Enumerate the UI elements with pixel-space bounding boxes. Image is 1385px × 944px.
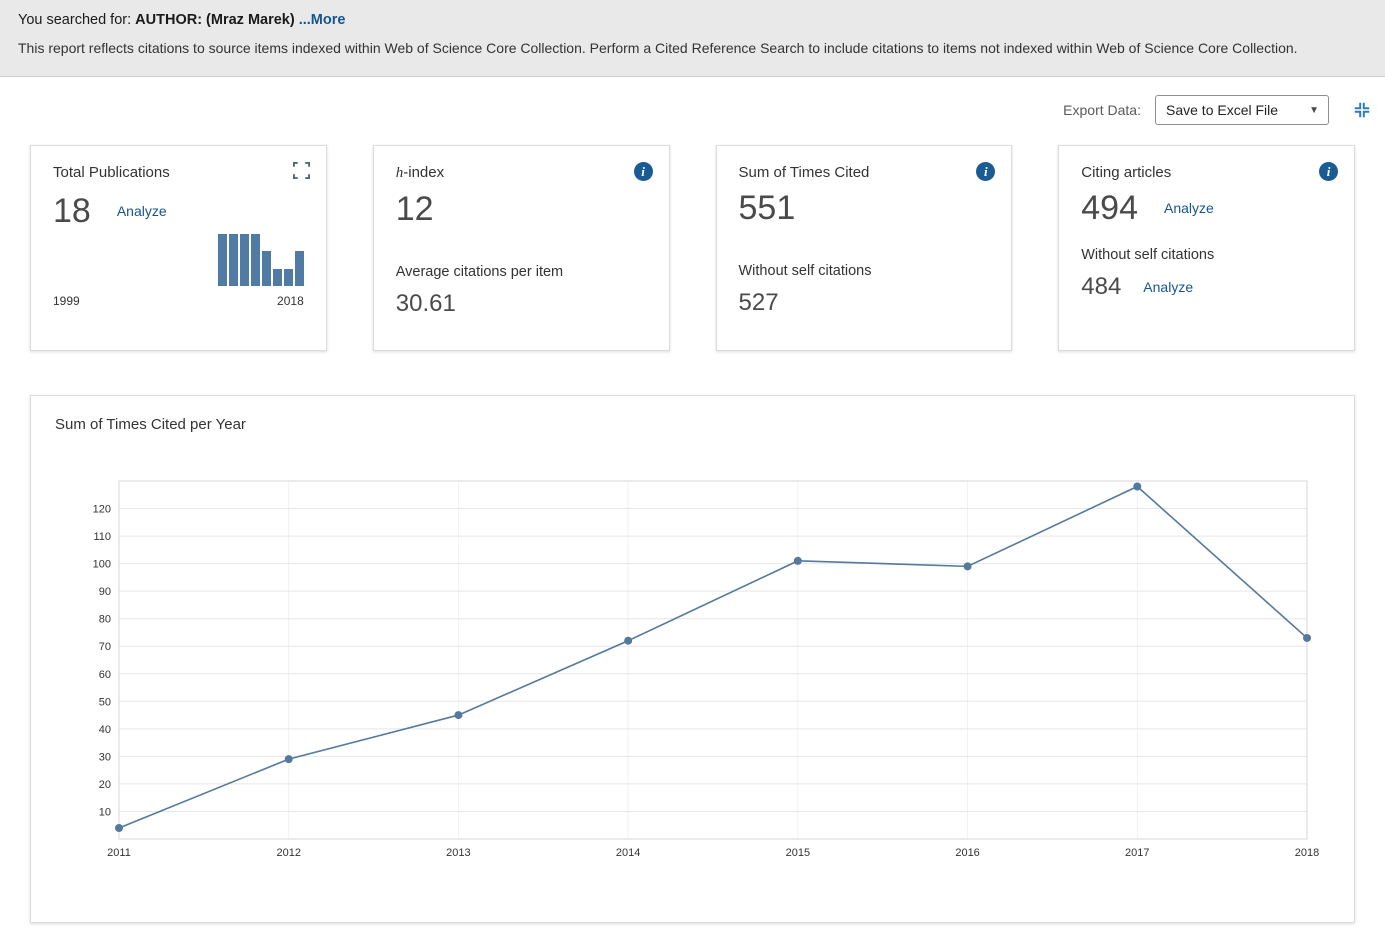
mini-chart-year-start: 1999 (53, 294, 80, 308)
more-link[interactable]: ...More (299, 12, 346, 28)
svg-text:2016: 2016 (955, 847, 979, 859)
citing-articles-value: 494 (1081, 189, 1138, 227)
card-title: Total Publications (53, 164, 170, 181)
report-note: This report reflects citations to source… (18, 40, 1298, 56)
search-summary-bar: You searched for: AUTHOR: (Mraz Marek) .… (0, 0, 1385, 77)
mini-bar (250, 234, 260, 286)
svg-text:40: 40 (99, 724, 111, 736)
svg-text:2018: 2018 (1295, 847, 1319, 859)
h-index-rest: -index (403, 164, 445, 181)
citations-per-year-card: Sum of Times Cited per Year 10 20 30 40 50 60… (30, 395, 1355, 923)
card-sum-times-cited: Sum of Times Cited i 551 Without self ci… (715, 145, 1013, 351)
line-chart-svg: 10 20 30 40 50 60 70 80 90 100 110 120 2011 2012 2013 2… (93, 480, 1319, 859)
info-icon[interactable]: i (1319, 162, 1338, 181)
svg-text:100: 100 (93, 559, 111, 571)
search-query: AUTHOR: (Mraz Marek) (135, 12, 295, 28)
export-row: Export Data: Save to Excel File ▼ (0, 77, 1385, 125)
card-title: Sum of Times Cited (738, 164, 870, 181)
card-title: h-index (396, 164, 444, 182)
svg-text:80: 80 (99, 614, 111, 626)
svg-text:110: 110 (93, 531, 111, 543)
expand-icon[interactable] (292, 162, 310, 184)
card-h-index: h-index i 12 Average citations per item … (372, 145, 670, 351)
searched-for-label: You searched for: (18, 12, 132, 28)
svg-text:120: 120 (93, 504, 111, 516)
svg-text:30: 30 (99, 751, 111, 763)
svg-text:70: 70 (99, 641, 111, 653)
svg-text:2014: 2014 (616, 847, 640, 859)
without-self-citations-value: 527 (738, 289, 779, 316)
mini-bar (261, 251, 271, 286)
mini-bar (272, 268, 282, 286)
sum-times-cited-value: 551 (738, 189, 796, 227)
avg-citations-label: Average citations per item (395, 264, 564, 280)
export-format-select[interactable]: Save to Excel File ▼ (1155, 95, 1329, 125)
export-format-value: Save to Excel File (1166, 102, 1279, 118)
svg-text:60: 60 (99, 669, 111, 681)
chart-title: Sum of Times Cited per Year (55, 416, 246, 433)
svg-text:2012: 2012 (276, 847, 300, 859)
svg-text:10: 10 (99, 806, 111, 818)
h-index-value: 12 (395, 190, 434, 228)
mini-bar (283, 268, 293, 286)
card-citing-articles: Citing articles i 494 Analyze Without se… (1058, 145, 1355, 351)
svg-text:90: 90 (99, 586, 111, 598)
card-total-publications: Total Publications 18 Analyze 1999 2018 (30, 145, 327, 351)
without-self-citations-label: Without self citations (1081, 247, 1215, 263)
svg-text:2015: 2015 (786, 847, 810, 859)
analyze-citing-without-self-link[interactable]: Analyze (1143, 279, 1193, 295)
svg-text:2011: 2011 (107, 847, 131, 859)
export-data-label: Export Data: (1063, 102, 1141, 118)
total-publications-value: 18 (53, 192, 91, 230)
citing-without-self-value: 484 (1081, 273, 1122, 300)
svg-text:50: 50 (99, 696, 111, 708)
mini-bar (217, 234, 227, 286)
mini-bar (294, 251, 304, 286)
info-icon[interactable]: i (976, 162, 996, 181)
metric-cards-row: Total Publications 18 Analyze 1999 2018 (0, 125, 1385, 351)
mini-bar (228, 234, 238, 286)
chevron-down-icon: ▼ (1309, 104, 1319, 116)
analyze-publications-link[interactable]: Analyze (117, 203, 167, 219)
info-icon[interactable]: i (633, 162, 653, 181)
collapse-icon[interactable] (1353, 101, 1371, 119)
svg-text:2013: 2013 (446, 847, 470, 859)
card-title: Citing articles (1081, 164, 1172, 181)
without-self-citations-label: Without self citations (738, 263, 872, 279)
svg-text:2017: 2017 (1125, 847, 1149, 859)
mini-chart-years: 1999 2018 (53, 294, 304, 308)
svg-text:20: 20 (99, 779, 111, 791)
avg-citations-value: 30.61 (395, 290, 456, 317)
mini-bar-chart (53, 234, 304, 286)
mini-chart-year-end: 2018 (277, 294, 304, 308)
search-line: You searched for: AUTHOR: (Mraz Marek) .… (18, 8, 1367, 40)
mini-bar (239, 234, 249, 286)
analyze-citing-articles-link[interactable]: Analyze (1164, 200, 1214, 216)
